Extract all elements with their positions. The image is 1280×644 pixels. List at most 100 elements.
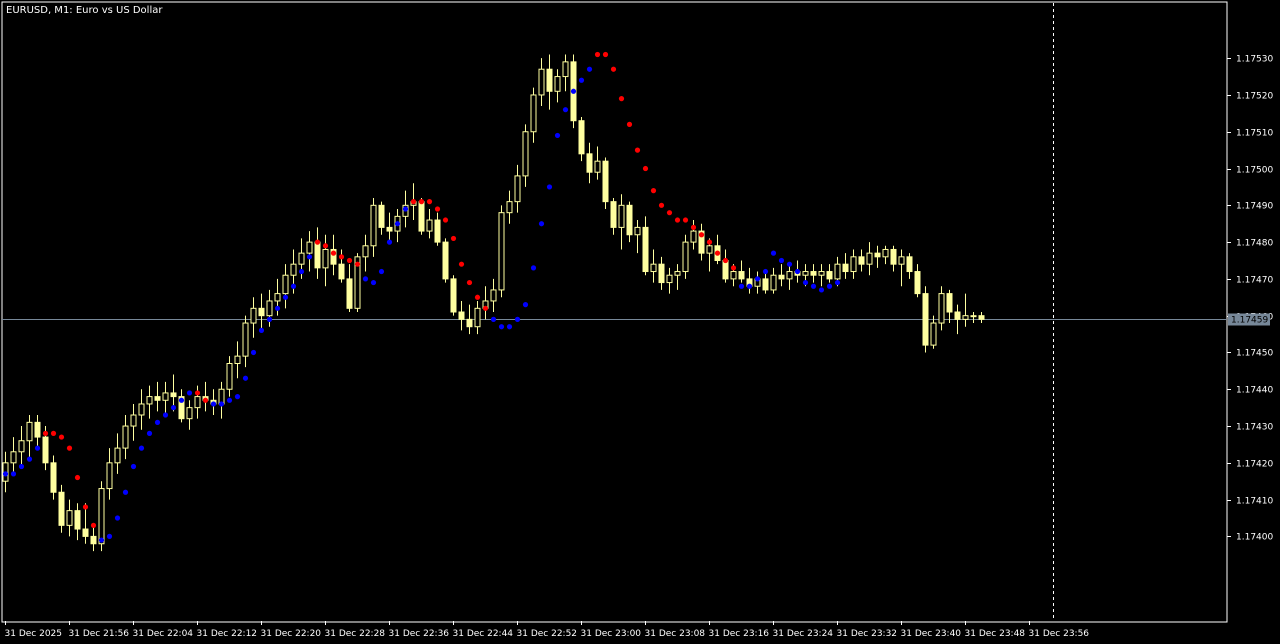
sar-dot-above xyxy=(730,265,737,271)
candle-body-bearish xyxy=(738,271,745,280)
candle-body-bullish xyxy=(834,263,841,280)
candle-body-bullish xyxy=(362,245,369,258)
sar-dot-above xyxy=(346,257,353,264)
sar-dot-below xyxy=(130,463,137,470)
candle-body-bullish xyxy=(522,131,529,177)
current-price-tag: 1.17459 xyxy=(1228,313,1270,326)
sar-dot-above xyxy=(626,121,633,127)
candle-body-bullish xyxy=(106,462,113,490)
sar-dot-above xyxy=(42,430,49,436)
sar-dot-above xyxy=(202,397,209,403)
sar-dot-below xyxy=(154,419,161,425)
y-tick-label: 1.17470 xyxy=(1236,276,1273,286)
sar-dot-below xyxy=(26,456,33,462)
sar-dot-below xyxy=(770,250,777,256)
candle[interactable] xyxy=(498,205,505,298)
candle[interactable] xyxy=(602,157,609,210)
candle-body-bullish xyxy=(306,241,313,254)
sar-dot-below xyxy=(786,261,793,267)
price-chart[interactable]: 1.17530 1.17520 1.17510 1.17500 1.17490 1.174… xyxy=(0,0,1280,644)
candle-body-bullish xyxy=(290,263,297,276)
x-tick-label: 31 Dec 2025 xyxy=(5,629,63,639)
sar-dot-below xyxy=(394,221,401,227)
candle-body-bullish xyxy=(850,256,857,273)
candle-body-bullish xyxy=(898,256,905,265)
sar-dot-below xyxy=(490,316,497,322)
sar-dot-above xyxy=(314,239,321,245)
sar-dot-below xyxy=(266,316,273,322)
y-tick-label: 1.17510 xyxy=(1236,129,1273,139)
candle-body-bearish xyxy=(946,293,953,313)
candle[interactable] xyxy=(442,238,449,283)
x-tick-label: 31 Dec 22:36 xyxy=(389,629,450,639)
candle-body-bullish xyxy=(594,160,601,173)
sar-dot-above xyxy=(66,445,73,451)
candle-body-bearish xyxy=(626,204,633,236)
sar-dot-below xyxy=(794,268,801,275)
candle-body-bearish xyxy=(578,120,585,155)
candle-body-bearish xyxy=(346,278,353,309)
candle[interactable] xyxy=(922,286,929,353)
candle-body-bullish xyxy=(250,307,257,324)
candle-body-bearish xyxy=(58,491,65,526)
sar-dot-below xyxy=(122,489,129,495)
y-tick-label: 1.17490 xyxy=(1236,202,1273,212)
candle-body-bearish xyxy=(778,274,785,280)
x-tick-label: 31 Dec 22:44 xyxy=(453,629,514,639)
candle-body-bearish xyxy=(978,315,985,320)
candle-body-bearish xyxy=(74,510,81,530)
sar-dot-above xyxy=(58,434,65,440)
candle-body-bullish xyxy=(962,315,969,320)
x-tick-label: 31 Dec 23:40 xyxy=(901,629,962,639)
candle[interactable] xyxy=(58,484,65,533)
candle-body-bearish xyxy=(826,271,833,280)
candle-body-bearish xyxy=(610,201,617,228)
sar-dot-below xyxy=(10,471,17,477)
x-tick-label: 31 Dec 23:48 xyxy=(965,629,1026,639)
candle-body-bearish xyxy=(258,307,265,317)
candle-body-bullish xyxy=(426,219,433,232)
candle-body-bearish xyxy=(434,219,441,243)
candle-body-bullish xyxy=(130,414,137,427)
sar-dot-below xyxy=(546,184,553,190)
candle-body-bullish xyxy=(730,271,737,280)
candle-body-bearish xyxy=(450,278,457,313)
chart-title: EURUSD, M1: Euro vs US Dollar xyxy=(6,5,163,16)
sar-dot-below xyxy=(34,445,41,451)
y-tick-label: 1.17410 xyxy=(1236,497,1273,507)
sar-dot-below xyxy=(810,283,817,289)
y-tick-label: 1.17400 xyxy=(1236,533,1273,543)
sar-dot-below xyxy=(178,397,185,403)
sar-dot-below xyxy=(186,390,193,396)
candle-body-bullish xyxy=(98,488,105,545)
sar-dot-below xyxy=(802,279,809,286)
candle-body-bearish xyxy=(858,256,865,265)
candle-body-bearish xyxy=(642,226,649,273)
sar-dot-below xyxy=(290,283,297,289)
candle-body-bullish xyxy=(490,289,497,302)
y-tick-label: 1.17500 xyxy=(1236,166,1273,176)
sar-dot-below xyxy=(242,375,249,381)
sar-dot-above xyxy=(722,257,729,264)
y-tick-label: 1.17430 xyxy=(1236,423,1273,433)
sar-dot-above xyxy=(482,305,489,311)
sar-dot-above xyxy=(634,147,641,153)
sar-dot-below xyxy=(250,349,257,356)
sar-dot-below xyxy=(506,324,513,330)
candle-body-bearish xyxy=(338,263,345,280)
candle-body-bullish xyxy=(66,510,73,526)
candle[interactable] xyxy=(450,275,457,316)
sar-dot-below xyxy=(586,66,593,72)
candle-body-bullish xyxy=(186,407,193,420)
sar-dot-below xyxy=(306,254,313,260)
sar-dot-below xyxy=(258,327,265,333)
sar-dot-above xyxy=(418,199,425,205)
sar-dot-below xyxy=(282,294,289,300)
sar-dot-below xyxy=(106,533,113,539)
x-tick-label: 31 Dec 23:08 xyxy=(645,629,706,639)
candle-body-bullish xyxy=(530,94,537,133)
candle-body-bearish xyxy=(810,271,817,276)
candle-body-bullish xyxy=(562,61,569,78)
candle-body-bearish xyxy=(154,396,161,401)
candle-body-bullish xyxy=(682,241,689,273)
